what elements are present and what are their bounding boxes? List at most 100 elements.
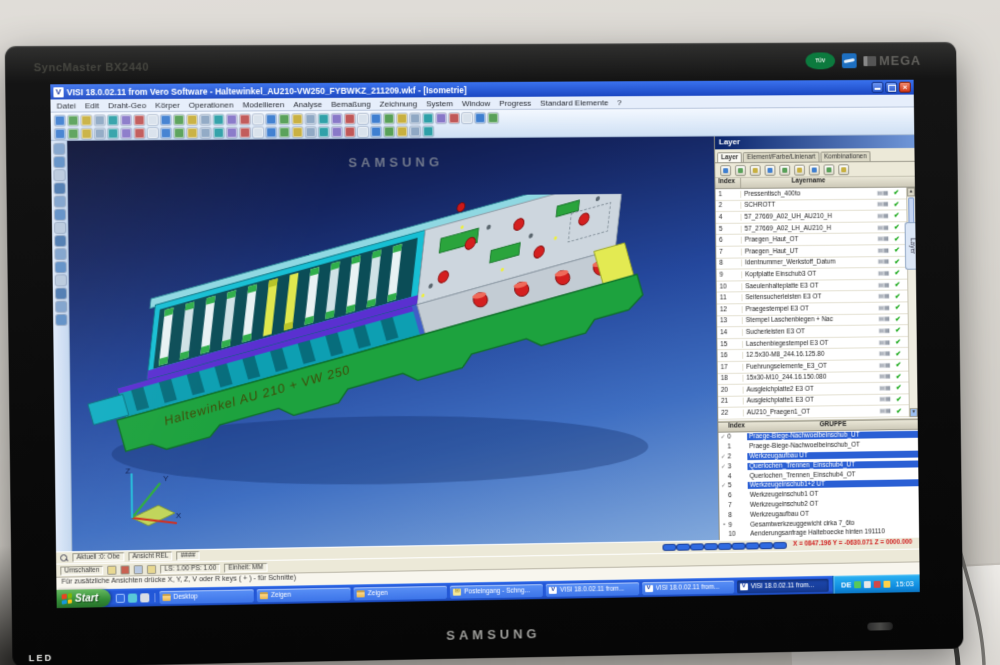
quick-launch-icon[interactable] xyxy=(140,593,149,602)
view-tool-icon[interactable] xyxy=(55,262,65,272)
toolbar-icon[interactable] xyxy=(423,113,433,123)
taskbar-button[interactable]: Posteingang - Schng... xyxy=(450,584,543,599)
toolbar-icon[interactable] xyxy=(174,114,184,124)
layer-check-icon[interactable]: ✔ xyxy=(894,269,907,277)
view-tool-icon[interactable] xyxy=(55,223,65,233)
toolbar-icon[interactable] xyxy=(292,127,302,137)
toolbar-icon[interactable] xyxy=(423,126,433,136)
toolbar-icon[interactable] xyxy=(358,113,368,123)
toolbar-icon[interactable] xyxy=(148,128,158,138)
layer-visibility-icon[interactable]: ▤▦ xyxy=(873,258,895,265)
view-pill[interactable] xyxy=(747,543,759,548)
toolbar-icon[interactable] xyxy=(227,127,237,137)
toolbar-icon[interactable] xyxy=(214,127,224,137)
toolbar-icon[interactable] xyxy=(240,114,250,124)
tray-icon[interactable] xyxy=(854,581,861,588)
view-tool-icon[interactable] xyxy=(55,288,65,298)
menu-item[interactable]: Körper xyxy=(155,100,180,109)
toolbar-icon[interactable] xyxy=(240,127,250,137)
view-tool-icon[interactable] xyxy=(54,196,64,206)
view-pill[interactable] xyxy=(664,545,676,550)
toolbar-icon[interactable] xyxy=(134,128,144,138)
view-pill[interactable] xyxy=(760,543,772,548)
tray-icon[interactable] xyxy=(874,580,881,587)
taskbar-button[interactable]: VISI 18.0.02.11 from... xyxy=(737,578,829,593)
view-tool-icon[interactable] xyxy=(55,275,65,285)
quick-launch-icon[interactable] xyxy=(115,593,124,602)
layer-check-icon[interactable]: ✔ xyxy=(895,315,908,323)
layer-visibility-icon[interactable]: ▤▦ xyxy=(873,293,895,300)
tray-icon[interactable] xyxy=(864,581,871,588)
layer-visibility-icon[interactable]: ▤▦ xyxy=(872,224,894,231)
toolbar-icon[interactable] xyxy=(108,115,118,125)
view-pill[interactable] xyxy=(719,544,731,549)
toolbar-icon[interactable] xyxy=(462,113,472,123)
layer-check-icon[interactable]: ✔ xyxy=(896,407,909,415)
status-switch[interactable]: Umschalten xyxy=(60,565,103,575)
layer-check-icon[interactable]: ✔ xyxy=(894,200,907,208)
toolbar-icon[interactable] xyxy=(332,113,342,123)
toolbar-icon[interactable] xyxy=(371,126,381,136)
layer-visibility-icon[interactable]: ▤▦ xyxy=(873,247,895,254)
menu-item[interactable]: Modellieren xyxy=(242,100,284,109)
layer-tool-icon[interactable] xyxy=(838,164,849,175)
view-tool-icon[interactable] xyxy=(54,157,64,167)
toolbar-icon[interactable] xyxy=(319,127,329,137)
taskbar-button[interactable]: VISI 18.0.02.11 from... xyxy=(546,582,639,597)
maximize-button[interactable] xyxy=(885,82,897,93)
toolbar-icon[interactable] xyxy=(345,126,355,136)
view-pill[interactable] xyxy=(774,543,786,548)
toolbar-icon[interactable] xyxy=(55,128,65,138)
layer-tool-icon[interactable] xyxy=(750,164,761,175)
menu-item[interactable]: Draht-Geo xyxy=(108,100,146,109)
menu-item[interactable]: Operationen xyxy=(189,100,234,109)
scroll-up-icon[interactable]: ▲ xyxy=(907,188,915,197)
toolbar-icon[interactable] xyxy=(227,114,237,124)
layer-visibility-icon[interactable]: ▤▦ xyxy=(873,270,895,277)
menu-item[interactable]: Window xyxy=(462,98,491,107)
toolbar-icon[interactable] xyxy=(384,113,394,123)
menu-item[interactable]: Progress xyxy=(499,98,531,107)
layer-check-icon[interactable]: ✔ xyxy=(895,281,908,289)
toolbar-icon[interactable] xyxy=(200,127,210,137)
toolbar-icon[interactable] xyxy=(449,113,459,123)
toolbar-icon[interactable] xyxy=(134,115,144,125)
menu-item[interactable]: Standard Elemente xyxy=(540,98,608,107)
toolbar-icon[interactable] xyxy=(292,114,302,124)
toolbar-icon[interactable] xyxy=(68,128,78,138)
layer-visibility-icon[interactable]: ▤▦ xyxy=(872,189,894,196)
toolbar-icon[interactable] xyxy=(475,113,485,123)
view-pill[interactable] xyxy=(678,545,690,550)
layer-visibility-icon[interactable]: ▤▦ xyxy=(873,304,895,311)
toolbar-icon[interactable] xyxy=(55,115,65,125)
toolbar-icon[interactable] xyxy=(81,128,91,138)
menu-item[interactable]: Zeichnung xyxy=(380,99,418,108)
layer-check-icon[interactable]: ✔ xyxy=(896,395,909,403)
status-icon[interactable] xyxy=(121,565,130,574)
toolbar-icon[interactable] xyxy=(253,127,263,137)
layer-check-icon[interactable]: ✔ xyxy=(893,189,906,197)
layer-check-icon[interactable]: ✔ xyxy=(895,361,908,369)
toolbar-icon[interactable] xyxy=(358,126,368,136)
panel-tab[interactable]: Layer xyxy=(717,152,742,162)
toolbar-icon[interactable] xyxy=(279,114,289,124)
toolbar-icon[interactable] xyxy=(397,126,407,136)
view-tool-icon[interactable] xyxy=(54,170,64,180)
layer-tool-icon[interactable] xyxy=(824,164,835,175)
layer-side-tab[interactable]: Layer xyxy=(905,222,916,270)
layer-visibility-icon[interactable]: ▤▦ xyxy=(874,373,896,380)
layer-visibility-icon[interactable]: ▤▦ xyxy=(873,316,895,323)
toolbar-icon[interactable] xyxy=(266,114,276,124)
toolbar-icon[interactable] xyxy=(161,128,171,138)
view-pill[interactable] xyxy=(733,544,745,549)
layer-check-icon[interactable]: ✔ xyxy=(895,304,908,312)
menu-item[interactable]: Analyse xyxy=(293,99,322,108)
layer-tool-icon[interactable] xyxy=(720,165,731,176)
layer-visibility-icon[interactable]: ▤▦ xyxy=(872,201,894,208)
magnifier-icon[interactable] xyxy=(60,554,68,562)
layer-check-icon[interactable]: ✔ xyxy=(895,292,908,300)
layer-tool-icon[interactable] xyxy=(794,164,805,175)
menu-item[interactable]: Datei xyxy=(57,101,76,110)
view-tool-icon[interactable] xyxy=(56,315,66,325)
layer-tool-icon[interactable] xyxy=(735,165,746,176)
